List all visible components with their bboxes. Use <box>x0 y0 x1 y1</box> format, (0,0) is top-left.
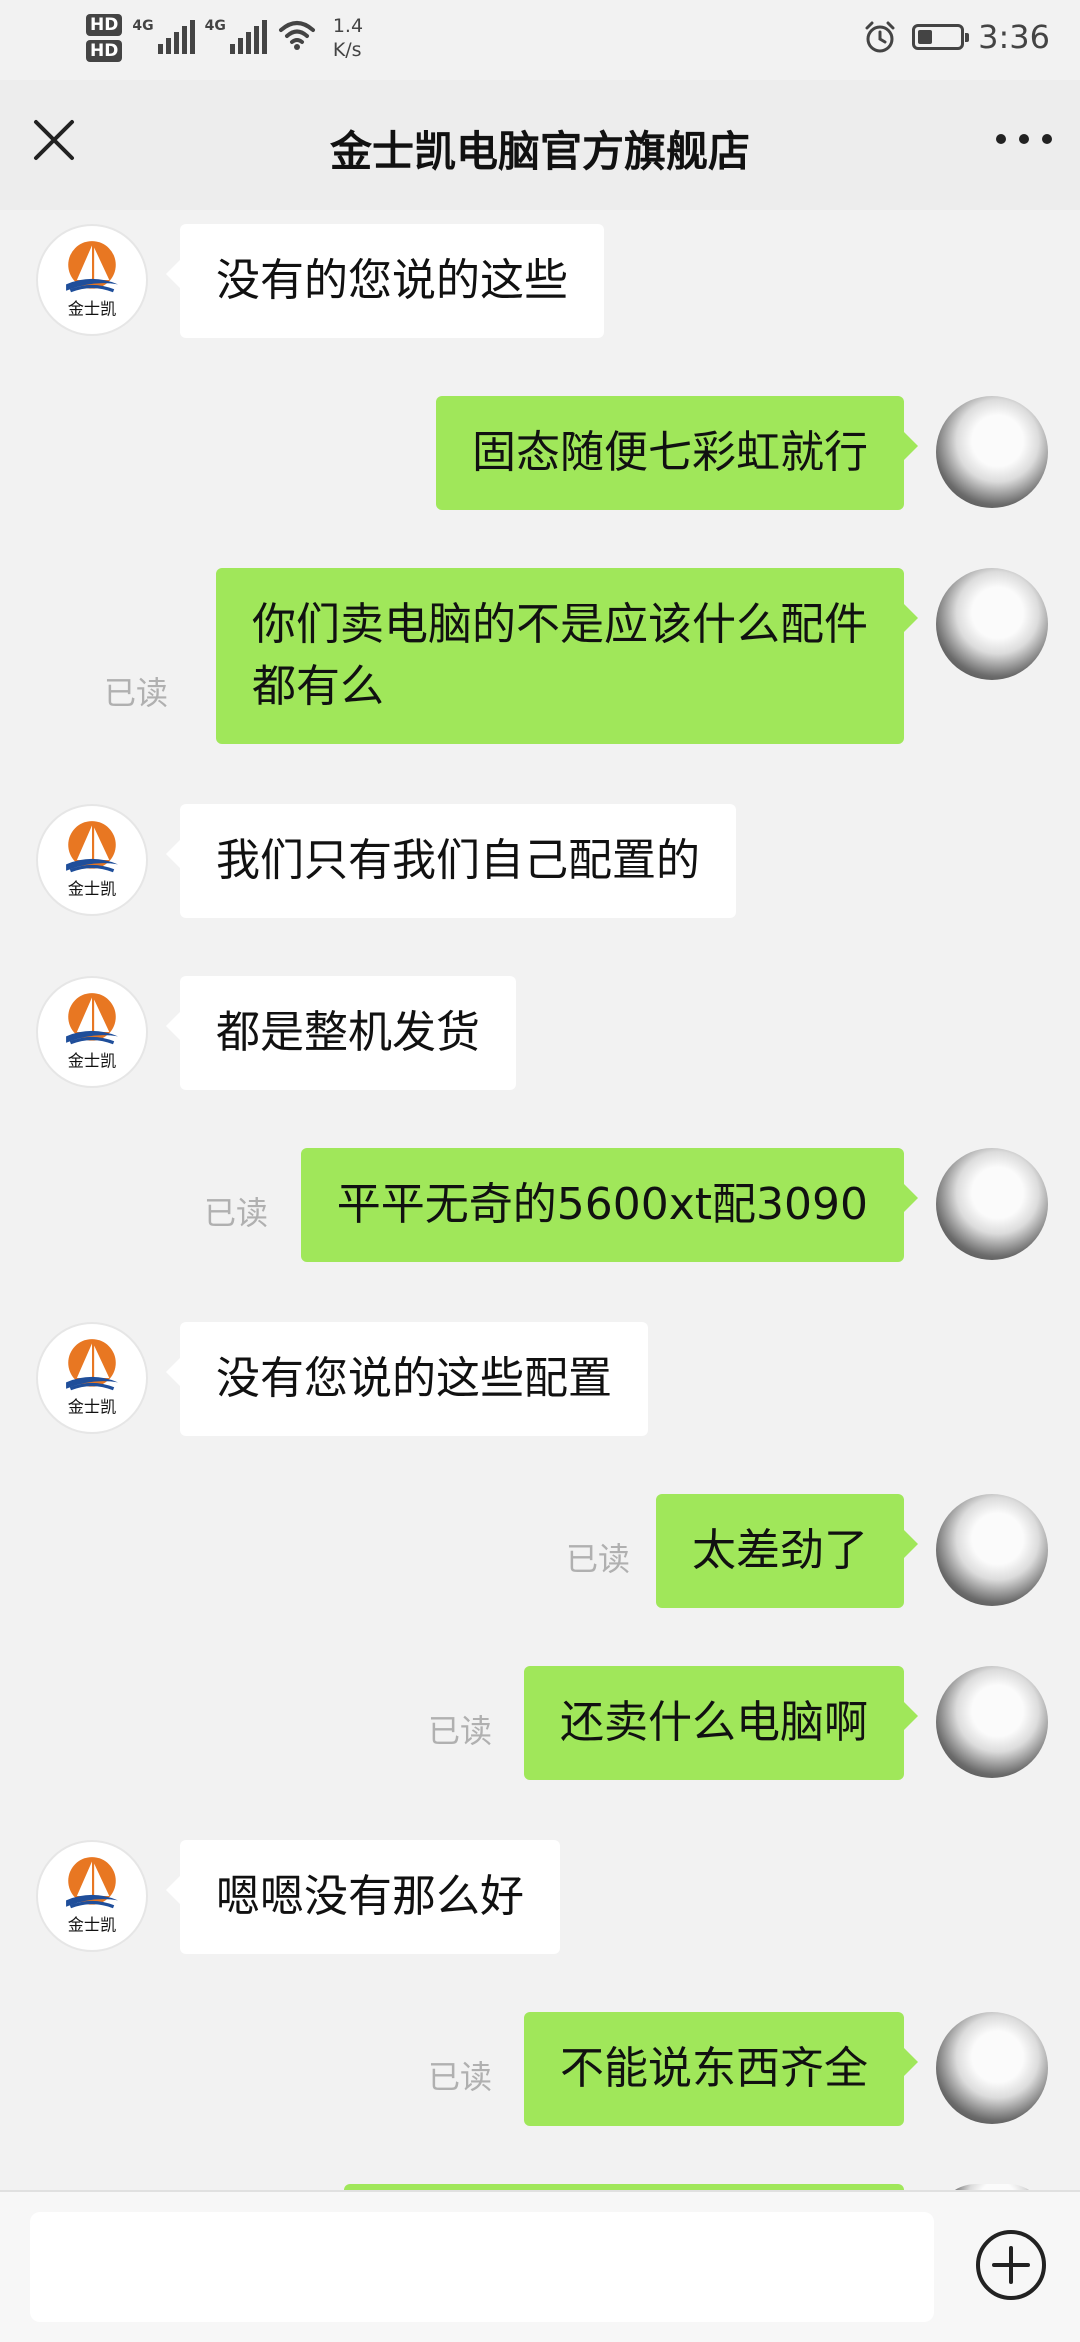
store-logo-icon: 金士凯 <box>66 993 118 1071</box>
signal-bars-icon <box>229 20 267 54</box>
store-logo-icon: 金士凯 <box>66 821 118 899</box>
status-bar: HD HD 4G 4G 1.4 K/s 3:36 <box>0 0 1080 80</box>
read-receipt: 已读 <box>103 674 168 712</box>
status-left: HD HD 4G 4G 1.4 K/s <box>86 14 363 62</box>
message-bubble-incoming[interactable]: 我们只有我们自己配置的 <box>166 804 736 918</box>
store-logo-text: 金士凯 <box>68 1398 117 1417</box>
message-bubble-outgoing[interactable]: 你们卖电脑的不是应该什么配件 都有么 <box>216 568 918 744</box>
store-logo-text: 金士凯 <box>68 880 117 899</box>
message-bubble-incoming[interactable]: 嗯嗯没有那么好 <box>166 1840 560 1954</box>
store-logo-text: 金士凯 <box>68 1052 117 1071</box>
chat-area[interactable]: 金士凯 没有的您说的这些 已读 固态随便七彩虹就行 已读 你们卖电脑的不是应该什… <box>0 210 1080 2190</box>
message-line: 你们卖电脑的不是应该什么配件 <box>252 599 868 650</box>
user-avatar[interactable] <box>936 2012 1048 2124</box>
title-bar: 金士凯电脑官方旗舰店 <box>0 80 1080 210</box>
battery-icon <box>912 24 970 50</box>
speed-value: 1.4 <box>332 15 364 37</box>
message-bubble-outgoing[interactable]: 平平无奇的5600xt配3090 <box>300 1148 919 1262</box>
signal-bars-icon <box>157 20 195 54</box>
message-bubble-outgoing[interactable]: 不能说东西齐全 <box>524 2012 918 2126</box>
store-avatar[interactable]: 金士凯 <box>36 1322 148 1434</box>
status-right: 3:36 <box>862 18 1050 56</box>
message-bubble-outgoing[interactable]: 还卖什么电脑啊 <box>524 1666 918 1780</box>
user-avatar[interactable] <box>936 396 1048 508</box>
signal-1: 4G <box>132 14 195 54</box>
hd-icon-2: HD <box>86 40 123 62</box>
store-logo-text: 金士凯 <box>68 1916 117 1935</box>
message-bubble-incoming[interactable]: 没有的您说的这些 <box>166 224 604 338</box>
network-type-2: 4G <box>204 18 226 34</box>
user-avatar[interactable] <box>936 1494 1048 1606</box>
store-avatar[interactable]: 金士凯 <box>36 1840 148 1952</box>
message-bubble-incoming[interactable]: 没有您说的这些配置 <box>166 1322 648 1436</box>
user-avatar[interactable] <box>936 1148 1048 1260</box>
battery-level <box>918 30 933 44</box>
read-receipt: 已读 <box>427 2058 492 2096</box>
user-avatar[interactable] <box>936 568 1048 680</box>
plus-circle-icon[interactable] <box>974 2228 1048 2302</box>
user-avatar[interactable] <box>936 1666 1048 1778</box>
store-logo-text: 金士凯 <box>68 300 117 319</box>
speed-unit: K/s <box>332 39 362 61</box>
alarm-icon <box>865 21 895 53</box>
clock: 3:36 <box>978 18 1050 56</box>
store-logo-icon: 金士凯 <box>66 1339 118 1417</box>
network-speed: 1.4 K/s <box>333 14 363 62</box>
read-receipt: 已读 <box>203 1194 268 1232</box>
read-receipt: 已读 <box>427 1712 492 1750</box>
store-avatar[interactable]: 金士凯 <box>36 976 148 1088</box>
more-options-icon[interactable] <box>996 124 1052 154</box>
signal-2: 4G <box>205 14 267 54</box>
store-avatar[interactable]: 金士凯 <box>36 224 148 336</box>
message-bubble-outgoing[interactable]: 固态随便七彩虹就行 <box>436 396 918 510</box>
message-bubble-outgoing[interactable]: 太差劲了 <box>656 1494 918 1608</box>
message-line: 都有么 <box>252 661 384 712</box>
message-bubble-incoming[interactable]: 都是整机发货 <box>166 976 516 1090</box>
network-type-1: 4G <box>132 18 154 34</box>
store-logo-icon: 金士凯 <box>66 241 118 319</box>
wifi-icon <box>278 21 315 50</box>
hd-indicators: HD HD <box>86 14 123 62</box>
page-title: 金士凯电脑官方旗舰店 <box>329 127 750 176</box>
store-avatar[interactable]: 金士凯 <box>36 804 148 916</box>
read-receipt: 已读 <box>565 1540 630 1578</box>
store-logo-icon: 金士凯 <box>66 1857 118 1935</box>
input-bar <box>0 2190 1080 2342</box>
hd-icon-1: HD <box>86 14 123 36</box>
message-input[interactable] <box>30 2212 934 2322</box>
